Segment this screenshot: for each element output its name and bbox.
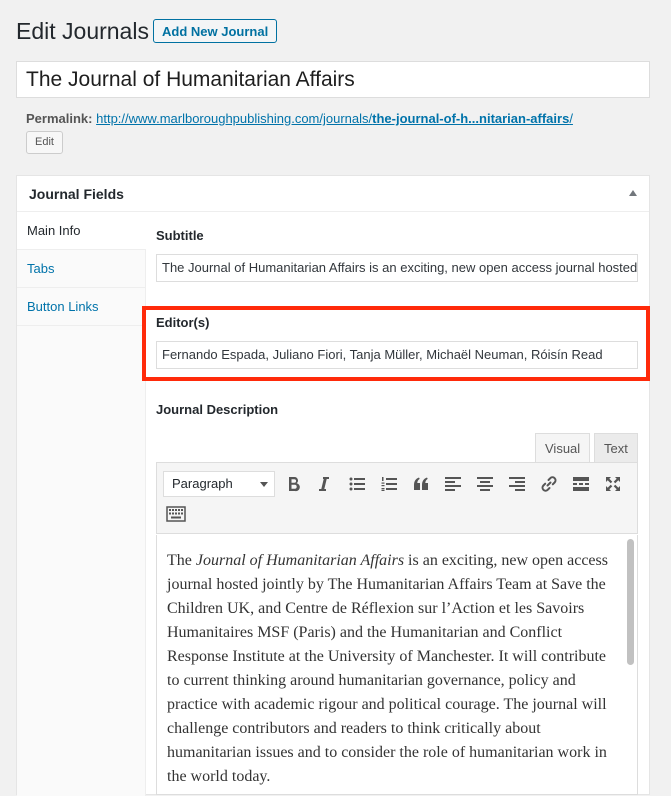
tab-main-info[interactable]: Main Info: [17, 212, 146, 250]
chevron-down-icon: [260, 482, 268, 487]
italic-icon[interactable]: [310, 470, 338, 498]
journal-title-input[interactable]: The Journal of Humanitarian Affairs: [16, 61, 650, 98]
read-more-icon[interactable]: [567, 470, 595, 498]
numbered-list-icon[interactable]: [375, 470, 403, 498]
page-title: Edit Journals: [16, 18, 149, 44]
collapse-arrow-icon[interactable]: [629, 190, 637, 196]
permalink-slug: the-journal-of-h...nitarian-affairs: [372, 111, 570, 126]
description-text-start: The: [167, 552, 196, 569]
permalink-row: Permalink: http://www.marlboroughpublish…: [26, 111, 573, 126]
editor-toolbar: Paragraph: [156, 462, 638, 534]
description-journal-name: Journal of Humanitarian Affairs: [195, 552, 405, 569]
tab-button-links[interactable]: Button Links: [17, 288, 145, 326]
permalink-trailing: /: [569, 111, 573, 126]
keyboard-icon[interactable]: [162, 500, 190, 528]
description-text: The Journal of Humanitarian Affairs is a…: [167, 549, 615, 789]
format-select-value: Paragraph: [172, 476, 233, 491]
fullscreen-icon[interactable]: [599, 470, 627, 498]
metabox-title: Journal Fields: [29, 186, 124, 202]
format-select[interactable]: Paragraph: [163, 471, 275, 497]
permalink-link[interactable]: http://www.marlboroughpublishing.com/jou…: [96, 111, 573, 126]
blockquote-icon[interactable]: [407, 470, 435, 498]
subtitle-label: Subtitle: [156, 228, 204, 243]
tab-tabs[interactable]: Tabs: [17, 250, 145, 288]
link-icon[interactable]: [535, 470, 563, 498]
align-center-icon[interactable]: [471, 470, 499, 498]
bullet-list-icon[interactable]: [343, 470, 371, 498]
editor-tab-visual[interactable]: Visual: [535, 433, 591, 463]
journal-description-label: Journal Description: [156, 402, 279, 417]
metabox-tabs: Main Info Tabs Button Links: [17, 212, 146, 796]
description-editor-content[interactable]: The Journal of Humanitarian Affairs is a…: [156, 535, 638, 795]
metabox-header[interactable]: Journal Fields: [17, 176, 649, 212]
add-new-journal-button[interactable]: Add New Journal: [153, 19, 278, 43]
permalink-label: Permalink:: [26, 111, 93, 126]
bold-icon[interactable]: [280, 470, 308, 498]
edit-permalink-button[interactable]: Edit: [26, 131, 63, 154]
subtitle-input[interactable]: The Journal of Humanitarian Affairs is a…: [156, 254, 638, 282]
align-right-icon[interactable]: [503, 470, 531, 498]
editor-scrollbar[interactable]: [627, 539, 634, 665]
permalink-base: http://www.marlboroughpublishing.com/jou…: [96, 111, 373, 126]
description-text-rest: is an exciting, new open access journal …: [167, 552, 608, 785]
editors-highlight-box: [142, 306, 650, 381]
editor-tab-text[interactable]: Text: [594, 433, 638, 463]
align-left-icon[interactable]: [439, 470, 467, 498]
